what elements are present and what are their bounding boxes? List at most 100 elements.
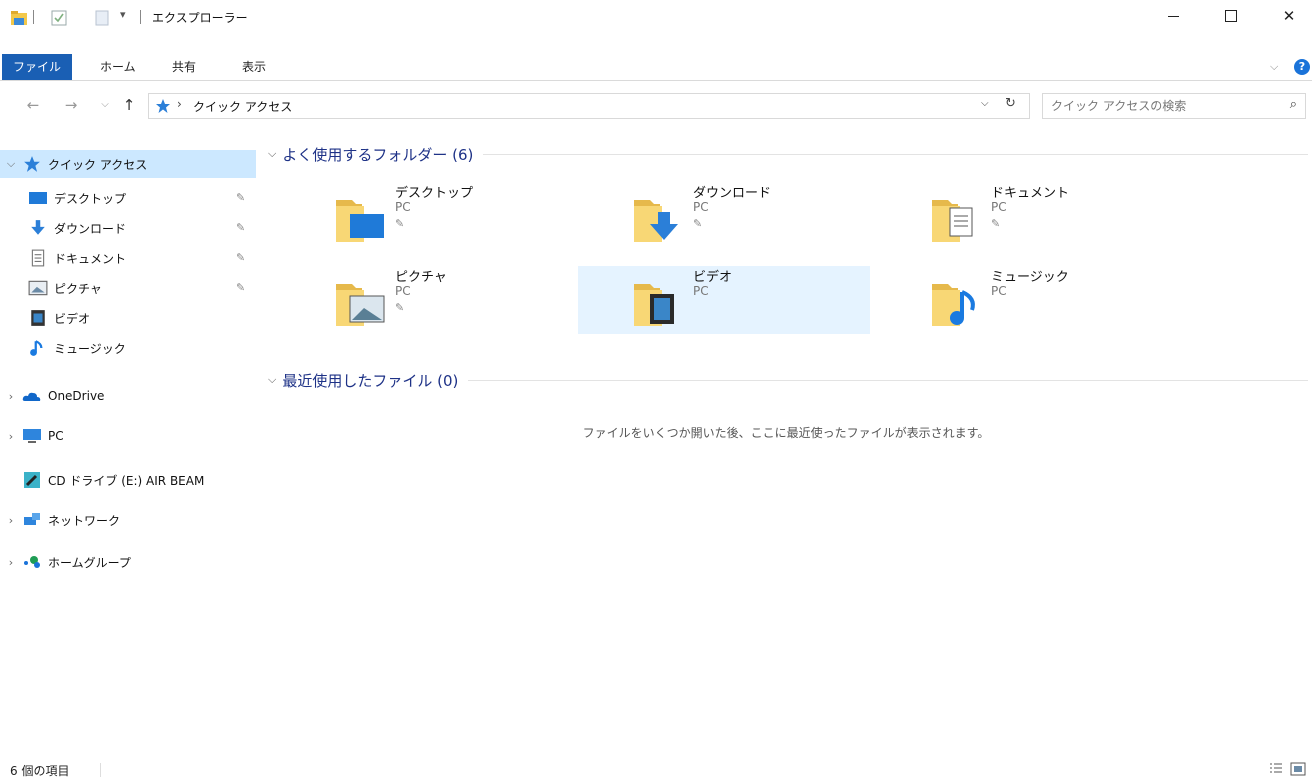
folder-tile-music[interactable]: ミュージック PC [876, 266, 1168, 334]
folder-location: PC [693, 200, 709, 214]
back-arrow-icon: ← [26, 96, 40, 114]
recent-files-empty-message: ファイルをいくつか開いた後、ここに最近使ったファイルが表示されます。 [582, 426, 990, 440]
folder-tile-downloads[interactable]: ダウンロード PC ✎ [578, 182, 870, 250]
folder-location: PC [693, 284, 709, 298]
sidebar-item-pictures[interactable]: ピクチャ ✎ [0, 274, 256, 302]
minimize-button[interactable] [1150, 0, 1196, 32]
close-icon: ✕ [1282, 7, 1296, 25]
up-button[interactable]: ↑ [118, 94, 140, 116]
group-header-label: よく使用するフォルダー (6) [282, 145, 474, 164]
chevron-right-icon[interactable]: › [0, 390, 22, 403]
folder-name: ビデオ [693, 270, 733, 285]
folder-tile-documents[interactable]: ドキュメント PC ✎ [876, 182, 1168, 250]
pin-icon: ✎ [236, 281, 246, 294]
chevron-right-icon[interactable]: › [0, 514, 22, 527]
forward-arrow-icon: → [64, 96, 78, 114]
sidebar-item-label: ホームグループ [48, 555, 131, 570]
sidebar-item-label: PC [48, 429, 64, 443]
sidebar-item-documents[interactable]: ドキュメント ✎ [0, 244, 256, 272]
search-input[interactable] [1043, 94, 1273, 118]
ribbon-expand-icon[interactable]: ⌵ [1270, 60, 1278, 74]
sidebar-item-homegroup[interactable]: › ホームグループ [0, 548, 256, 576]
folder-location: PC [395, 200, 411, 214]
music-folder-icon [932, 284, 975, 326]
sidebar-item-onedrive[interactable]: › OneDrive [0, 382, 256, 410]
breadcrumb-separator[interactable]: › [177, 97, 182, 111]
chevron-down-icon: ⌵ [101, 99, 109, 110]
picture-icon [28, 280, 48, 296]
large-icons-view-icon[interactable] [1290, 761, 1306, 777]
help-icon[interactable]: ? [1294, 59, 1310, 75]
sidebar-item-videos[interactable]: ビデオ [0, 304, 256, 332]
pin-icon: ✎ [991, 217, 1001, 230]
videos-folder-icon [634, 284, 674, 326]
pictures-folder-icon [336, 284, 385, 326]
tab-home[interactable]: ホーム [90, 54, 146, 80]
pin-icon: ✎ [236, 251, 246, 264]
frequent-folders-header[interactable]: ⌵ よく使用するフォルダー (6) [268, 142, 1308, 166]
new-folder-icon[interactable] [93, 9, 111, 27]
window-title: エクスプローラー [152, 11, 248, 25]
address-bar[interactable]: › クイック アクセス ⌵ ↻ [148, 93, 1030, 119]
sidebar-item-music[interactable]: ミュージック [0, 334, 256, 362]
back-button[interactable]: ← [22, 94, 44, 116]
folder-name: ミュージック [991, 270, 1069, 285]
music-icon [30, 340, 43, 356]
search-icon[interactable]: ⌕ [1290, 97, 1297, 112]
explorer-folder-icon[interactable] [10, 9, 28, 27]
chevron-down-icon[interactable]: ⌵ [0, 157, 22, 171]
properties-icon[interactable] [50, 9, 68, 27]
sidebar-item-label: ドキュメント [54, 251, 127, 266]
chevron-right-icon[interactable]: › [0, 430, 22, 443]
sidebar-item-cd-drive[interactable]: CD ドライブ (E:) AIR BEAM [0, 466, 256, 494]
desktop-folder-icon [336, 200, 384, 242]
quick-access-star-icon [24, 156, 40, 172]
sidebar-item-label: CD ドライブ (E:) AIR BEAM [48, 473, 205, 488]
sidebar-item-pc[interactable]: › PC [0, 422, 256, 450]
sidebar-item-label: ビデオ [54, 311, 91, 326]
sidebar-item-quick-access[interactable]: ⌵ クイック アクセス [0, 150, 256, 178]
documents-folder-icon [932, 200, 973, 242]
folder-tile-pictures[interactable]: ピクチャ PC ✎ [280, 266, 572, 334]
sidebar-item-desktop[interactable]: デスクトップ ✎ [0, 184, 256, 212]
sidebar-item-network[interactable]: › ネットワーク [0, 506, 256, 534]
refresh-icon[interactable]: ↻ [1005, 96, 1016, 111]
recent-files-header[interactable]: ⌵ 最近使用したファイル (0) [268, 368, 1308, 392]
quick-access-star-icon [156, 99, 170, 113]
group-header-label: 最近使用したファイル (0) [282, 371, 459, 390]
forward-button[interactable]: → [60, 94, 82, 116]
navigation-pane: ⌵ クイック アクセス デスクトップ ✎ ダウンロード ✎ ドキュメント ✎ ピ… [0, 128, 258, 758]
maximize-icon [1225, 10, 1237, 22]
desktop-icon [29, 192, 47, 204]
qat-customize-icon[interactable]: ▾ [120, 8, 126, 21]
folder-location: PC [991, 284, 1007, 298]
folder-name: ピクチャ [395, 270, 447, 285]
chevron-down-icon: ⌵ [268, 373, 277, 386]
sidebar-item-downloads[interactable]: ダウンロード ✎ [0, 214, 256, 242]
maximize-button[interactable] [1208, 0, 1254, 32]
downloads-folder-icon [634, 200, 678, 242]
chevron-right-icon[interactable]: › [0, 556, 22, 569]
breadcrumb-location[interactable]: クイック アクセス [193, 98, 292, 115]
folder-tile-videos[interactable]: ビデオ PC [578, 266, 870, 334]
item-count: 6 個の項目 [10, 764, 70, 778]
title-separator [140, 10, 141, 24]
pin-icon: ✎ [395, 217, 405, 230]
sidebar-item-label: OneDrive [48, 389, 105, 403]
homegroup-icon [24, 556, 40, 568]
pin-icon: ✎ [236, 221, 246, 234]
folder-tile-desktop[interactable]: デスクトップ PC ✎ [280, 182, 572, 250]
recent-locations-button[interactable]: ⌵ [94, 94, 116, 116]
close-button[interactable]: ✕ [1266, 0, 1312, 32]
download-icon [31, 220, 45, 235]
address-dropdown-icon[interactable]: ⌵ [981, 98, 989, 109]
title-bar: ▾ エクスプローラー ✕ [0, 0, 1312, 54]
sidebar-item-label: クイック アクセス [48, 157, 148, 172]
details-view-icon[interactable] [1268, 761, 1284, 777]
address-row: ← → ⌵ ↑ › クイック アクセス ⌵ ↻ ⌕ [0, 88, 1312, 122]
tab-file[interactable]: ファイル [2, 54, 73, 80]
minimize-icon [1167, 15, 1179, 17]
pin-icon: ✎ [236, 191, 246, 204]
tab-share[interactable]: 共有 [162, 54, 206, 80]
tab-view[interactable]: 表示 [232, 54, 276, 80]
